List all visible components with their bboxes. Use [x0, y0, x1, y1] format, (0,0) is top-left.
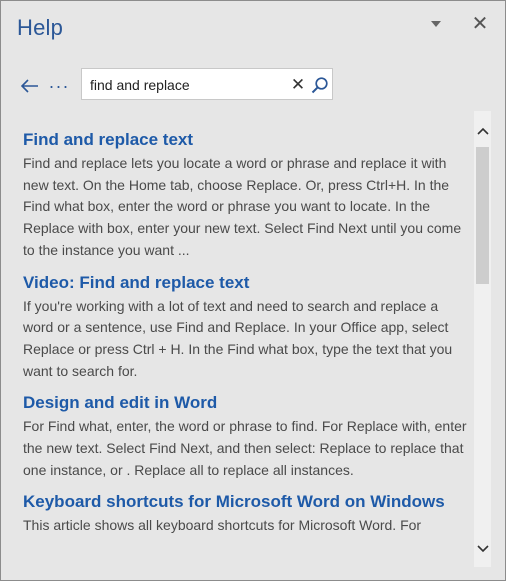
chevron-up-icon — [476, 127, 489, 135]
pane-options-button[interactable] — [423, 11, 449, 37]
chevron-down-icon — [476, 545, 489, 553]
result-title-link[interactable]: Keyboard shortcuts for Microsoft Word on… — [23, 491, 469, 513]
clear-icon: ✕ — [290, 75, 306, 94]
result-snippet: Find and replace lets you locate a word … — [23, 155, 462, 258]
result-item: Design and edit in Word For Find what, e… — [23, 392, 469, 481]
result-title-link[interactable]: Find and replace text — [23, 129, 469, 151]
result-item: Video: Find and replace text If you're w… — [23, 272, 469, 383]
result-item: Keyboard shortcuts for Microsoft Word on… — [23, 491, 469, 537]
scroll-up-button[interactable] — [474, 121, 491, 141]
results-scrollbar[interactable] — [474, 111, 491, 567]
result-snippet: If you're working with a lot of text and… — [23, 297, 453, 379]
scrollbar-thumb[interactable] — [476, 147, 489, 284]
search-results: Find and replace text Find and replace l… — [23, 129, 469, 577]
help-pane: Help ✕ ··· ✕ Find and replace text Find … — [0, 0, 506, 581]
scroll-down-button[interactable] — [474, 539, 491, 559]
result-title-link[interactable]: Video: Find and replace text — [23, 272, 469, 294]
back-button[interactable] — [17, 73, 43, 99]
result-snippet: For Find what, enter, the word or phrase… — [23, 418, 467, 478]
result-snippet: This article shows all keyboard shortcut… — [23, 517, 422, 534]
search-input[interactable] — [90, 74, 280, 96]
search-icon — [311, 77, 328, 94]
result-item: Find and replace text Find and replace l… — [23, 129, 469, 262]
close-pane-button[interactable]: ✕ — [467, 11, 493, 37]
search-button[interactable] — [308, 73, 332, 97]
close-icon: ✕ — [471, 13, 489, 35]
more-options-button[interactable]: ··· — [47, 73, 71, 99]
pane-title: Help — [17, 15, 64, 40]
chevron-down-icon — [431, 21, 441, 27]
back-arrow-icon — [21, 79, 38, 93]
result-title-link[interactable]: Design and edit in Word — [23, 392, 469, 414]
search-box: ✕ — [81, 68, 333, 100]
clear-search-button[interactable]: ✕ — [288, 74, 308, 96]
